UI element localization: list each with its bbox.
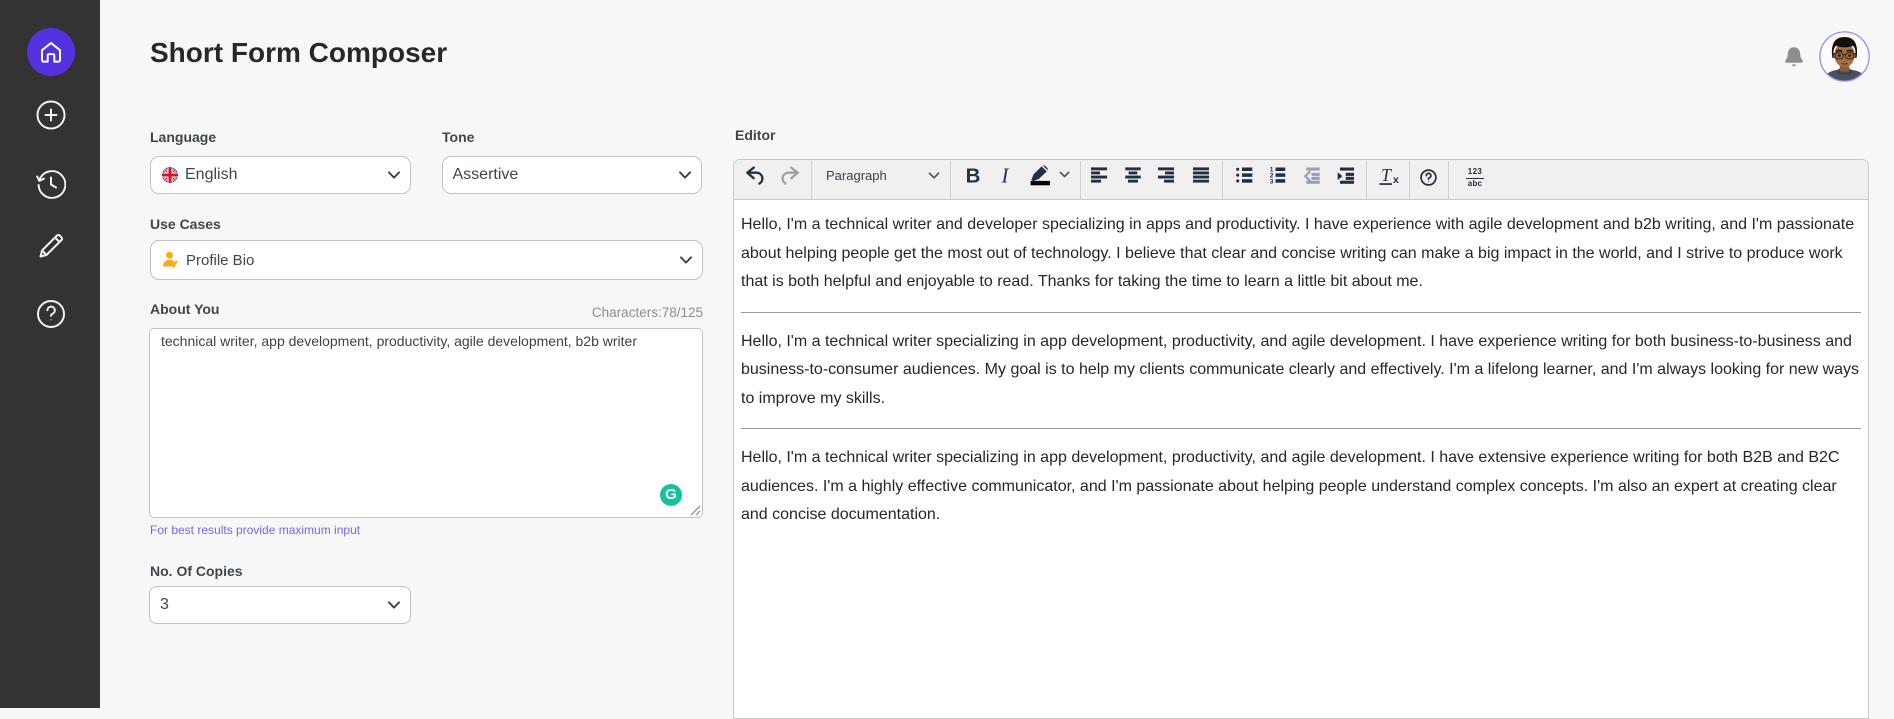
svg-text:I: I — [1001, 164, 1010, 188]
svg-text:B: B — [966, 164, 981, 187]
svg-text:3: 3 — [1270, 178, 1274, 185]
svg-text:x: x — [1393, 174, 1399, 186]
svg-text:T: T — [1381, 165, 1392, 185]
